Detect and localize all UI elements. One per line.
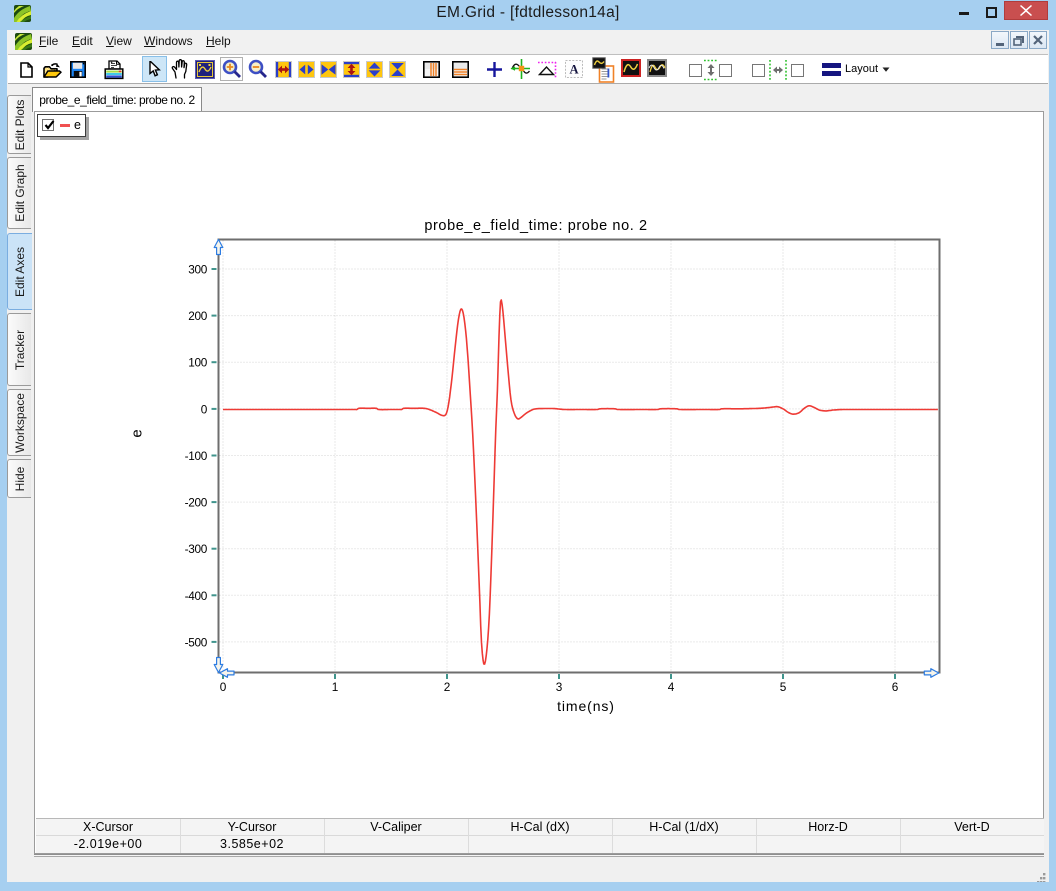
svg-text:1: 1 [332, 680, 339, 694]
svg-text:5: 5 [780, 680, 787, 694]
svg-text:-400: -400 [185, 589, 208, 603]
svg-text:-300: -300 [185, 542, 208, 556]
svg-text:3: 3 [556, 680, 563, 694]
svg-text:200: 200 [188, 309, 208, 323]
svg-text:4: 4 [668, 680, 675, 694]
svg-text:-200: -200 [185, 496, 208, 510]
svg-text:300: 300 [188, 263, 208, 277]
svg-text:probe_e_field_time: probe no.: probe_e_field_time: probe no. 2 [424, 218, 647, 234]
svg-text:0: 0 [220, 680, 227, 694]
svg-text:100: 100 [188, 356, 208, 370]
svg-text:0: 0 [201, 402, 208, 416]
svg-text:time(ns): time(ns) [557, 698, 615, 714]
svg-text:2: 2 [444, 680, 451, 694]
svg-text:6: 6 [892, 680, 899, 694]
svg-text:-500: -500 [185, 635, 208, 649]
svg-text:e: e [129, 429, 146, 437]
svg-text:-100: -100 [185, 449, 208, 463]
